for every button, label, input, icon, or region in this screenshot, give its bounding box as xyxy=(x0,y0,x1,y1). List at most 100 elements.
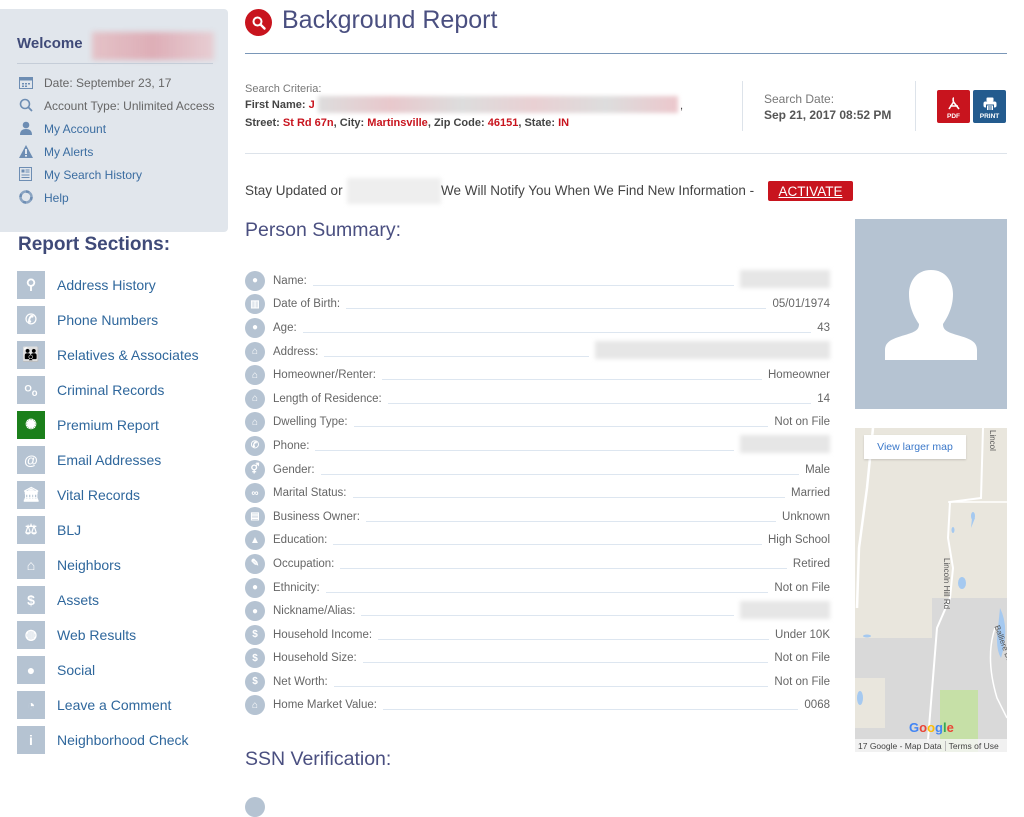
sidebar-item-relatives-associates[interactable]: 👪 Relatives & Associates xyxy=(17,337,199,372)
people-icon: 👪 xyxy=(17,340,45,369)
redacted-username xyxy=(92,32,214,60)
summary-row: ▲ Education: High School xyxy=(245,529,830,553)
phone-icon: ✆ xyxy=(17,305,45,334)
notify-prefix: Stay Updated or xyxy=(245,183,343,198)
state-label: State: xyxy=(524,117,555,129)
road-label: Lincoln Hill Rd xyxy=(942,558,951,610)
my-alerts-link[interactable]: My Alerts xyxy=(17,144,217,160)
sidebar-item-label[interactable]: Leave a Comment xyxy=(57,697,171,713)
summary-value: Male xyxy=(805,463,830,476)
printer-icon xyxy=(983,97,996,111)
sidebar-item-label[interactable]: Social xyxy=(57,662,95,678)
user-icon: ● xyxy=(17,655,45,684)
sidebar-item-assets[interactable]: $ Assets xyxy=(17,582,199,617)
sidebar-item-label[interactable]: Address History xyxy=(57,277,156,293)
summary-value xyxy=(734,435,830,456)
home-icon: ⌂ xyxy=(245,412,265,433)
sidebar-item-blj[interactable]: ⚖ BLJ xyxy=(17,512,199,547)
sidebar-item-email-addresses[interactable]: @ Email Addresses xyxy=(17,442,199,477)
my-search-history-link[interactable]: My Search History xyxy=(17,167,217,183)
location-map[interactable]: View larger map Lincoln Hill Rd Balliere… xyxy=(855,428,1007,752)
terms-of-use-link[interactable]: Terms of Use xyxy=(946,741,1002,751)
gavel-icon: ⚖ xyxy=(17,515,45,544)
leader-line xyxy=(365,520,777,522)
my-alerts-label[interactable]: My Alerts xyxy=(44,144,93,160)
notify-message: We Will Notify You When We Find New Info… xyxy=(441,183,755,198)
sidebar-item-label[interactable]: Web Results xyxy=(57,627,136,643)
street-label: Street: xyxy=(245,117,280,129)
user-icon: ● xyxy=(245,270,265,291)
ssn-icon xyxy=(245,797,265,817)
sidebar-item-label[interactable]: Neighbors xyxy=(57,557,121,573)
sidebar-item-label[interactable]: Phone Numbers xyxy=(57,312,158,328)
home-icon: ⌂ xyxy=(245,365,265,386)
leader-line xyxy=(325,591,769,593)
sidebar-item-label[interactable]: Relatives & Associates xyxy=(57,347,199,363)
dollar-icon: $ xyxy=(245,624,265,645)
leader-line xyxy=(382,709,799,711)
redacted-value xyxy=(740,600,830,619)
map-attribution: 17 Google - Map Data xyxy=(858,740,942,751)
map-tiles xyxy=(855,428,1007,752)
account-menu: Date: September 23, 17 Account Type: Unl… xyxy=(17,75,217,213)
summary-row: ● Nickname/Alias: xyxy=(245,599,830,623)
sidebar-item-criminal-records[interactable]: ᴼₒ Criminal Records xyxy=(17,372,199,407)
person-silhouette-icon xyxy=(885,270,977,360)
sidebar-item-label[interactable]: Criminal Records xyxy=(57,382,164,398)
comment-icon: ◔ xyxy=(17,690,45,719)
sidebar-item-neighbors[interactable]: ⌂ Neighbors xyxy=(17,547,199,582)
report-sections-nav: ⚲ Address History ✆ Phone Numbers 👪 Relatives… xyxy=(17,267,199,757)
search-date-label: Search Date: xyxy=(764,92,835,106)
sidebar-item-web-results[interactable]: ◍ Web Results xyxy=(17,617,199,652)
summary-row: ⌂ Address: xyxy=(245,340,830,364)
sidebar-item-label[interactable]: Neighborhood Check xyxy=(57,732,189,748)
sidebar-item-label[interactable]: BLJ xyxy=(57,522,81,538)
account-date: Date: September 23, 17 xyxy=(17,75,217,91)
pdf-button[interactable]: PDF xyxy=(937,90,970,123)
map-pin-icon: ⚲ xyxy=(17,270,45,299)
summary-value xyxy=(734,600,830,622)
summary-label: Length of Residence: xyxy=(273,392,382,405)
my-account-label[interactable]: My Account xyxy=(44,121,106,137)
globe-icon: ◍ xyxy=(17,620,45,649)
sidebar-item-label[interactable]: Assets xyxy=(57,592,99,608)
handcuffs-icon: ᴼₒ xyxy=(17,375,45,404)
leader-line xyxy=(381,379,762,381)
sidebar-item-leave-a-comment[interactable]: ◔ Leave a Comment xyxy=(17,687,199,722)
sidebar-item-label[interactable]: Email Addresses xyxy=(57,452,161,468)
summary-value: Homeowner xyxy=(768,369,830,382)
sidebar-item-social[interactable]: ● Social xyxy=(17,652,199,687)
sidebar-item-neighborhood-check[interactable]: i Neighborhood Check xyxy=(17,722,199,757)
rings-icon: ∞ xyxy=(245,483,265,504)
sidebar-item-premium-report[interactable]: ✺ Premium Report xyxy=(17,407,199,442)
print-button[interactable]: PRINT xyxy=(973,90,1006,123)
activate-button[interactable]: ACTIVATE xyxy=(768,181,853,201)
street-value: St Rd 67n xyxy=(282,117,334,129)
sidebar-item-label[interactable]: Premium Report xyxy=(57,417,159,433)
summary-row: ⌂ Homeowner/Renter: Homeowner xyxy=(245,363,830,387)
summary-label: Date of Birth: xyxy=(273,298,341,311)
my-account-link[interactable]: My Account xyxy=(17,121,217,137)
sidebar-item-label[interactable]: Vital Records xyxy=(57,487,140,503)
summary-value: Unknown xyxy=(782,510,830,523)
summary-label: Gender: xyxy=(273,463,315,476)
summary-label: Ethnicity: xyxy=(273,581,320,594)
search-date-value: Sep 21, 2017 08:52 PM xyxy=(764,108,892,122)
view-larger-map-button[interactable]: View larger map xyxy=(864,435,966,459)
sidebar-item-vital-records[interactable]: 🏛 Vital Records xyxy=(17,477,199,512)
summary-value: Not on File xyxy=(774,416,830,429)
sidebar-item-address-history[interactable]: ⚲ Address History xyxy=(17,267,199,302)
my-search-history-label[interactable]: My Search History xyxy=(44,167,142,183)
sidebar-item-phone-numbers[interactable]: ✆ Phone Numbers xyxy=(17,302,199,337)
report-sections-heading: Report Sections: xyxy=(18,234,171,255)
summary-value: High School xyxy=(767,534,830,547)
summary-label: Education: xyxy=(273,534,328,547)
city-label: City: xyxy=(339,117,365,129)
title-divider xyxy=(245,53,1007,54)
user-icon: ● xyxy=(245,317,265,338)
person-summary-list: ● Name: ▥ Date of Birth: 05/01/1974 ● Age: 43 ⌂ A… xyxy=(245,269,830,717)
help-label[interactable]: Help xyxy=(44,190,69,206)
summary-value: 05/01/1974 xyxy=(772,298,830,311)
help-link[interactable]: Help xyxy=(17,190,217,206)
redacted-notify xyxy=(347,178,441,204)
